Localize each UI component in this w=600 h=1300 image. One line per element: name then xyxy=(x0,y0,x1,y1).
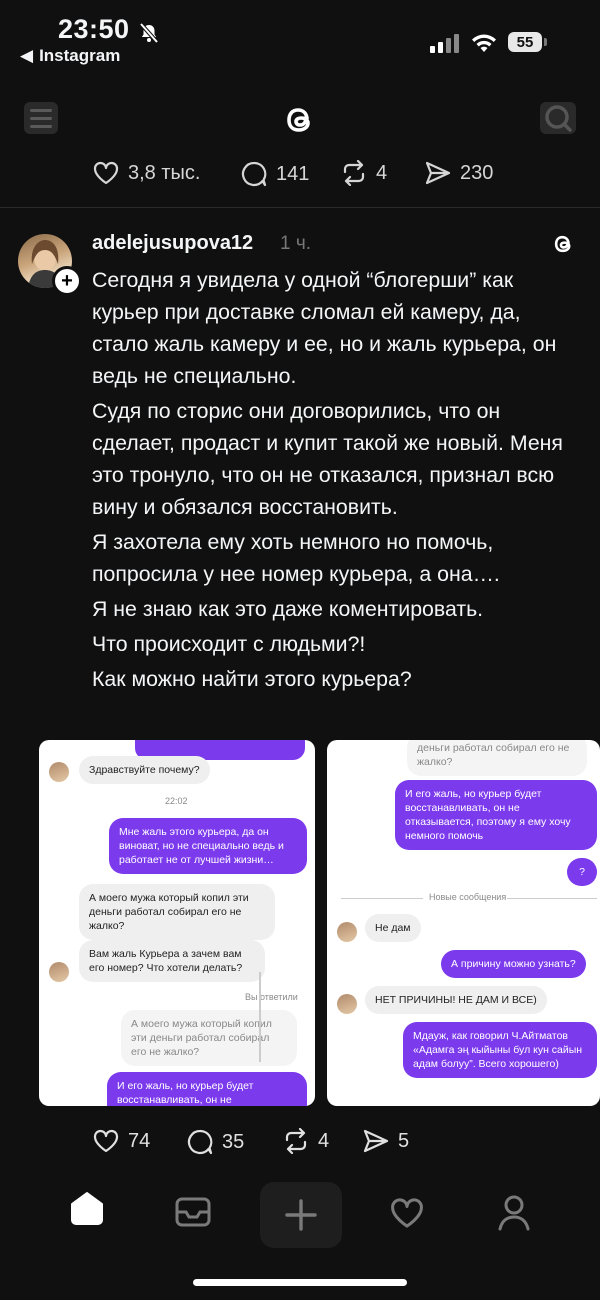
attached-screenshot-1[interactable]: Здравствуйте почему? 22:02 Мне жаль этог… xyxy=(39,740,315,1106)
like-count: 74 xyxy=(128,1129,151,1152)
heart-icon xyxy=(93,161,119,185)
share-count: 230 xyxy=(460,161,494,184)
attached-screenshot-2[interactable]: деньги работал собирал его не жалко? И е… xyxy=(327,740,600,1106)
like-stat[interactable]: 3,8 тыс. xyxy=(92,160,200,186)
new-messages-divider: Новые сообщения xyxy=(429,892,507,902)
chat-message: НЕТ ПРИЧИНЫ! НЕ ДАМ И ВСЕ) xyxy=(365,986,547,1014)
post-paragraph: Сегодня я увидела у одной “блогерши” как… xyxy=(92,268,557,388)
like-button[interactable]: 74 xyxy=(92,1128,150,1154)
repost-count: 4 xyxy=(318,1129,330,1152)
replied-label: Вы ответили xyxy=(245,992,298,1002)
home-indicator[interactable] xyxy=(193,1279,407,1286)
heart-icon xyxy=(93,1129,119,1153)
chat-avatar xyxy=(337,922,357,942)
threads-small-icon[interactable] xyxy=(550,230,576,263)
cellular-signal-icon xyxy=(430,34,459,53)
chat-message: А моего мужа который копил эти деньги ра… xyxy=(79,884,275,940)
comment-count: 141 xyxy=(276,162,310,185)
battery-indicator: 55 xyxy=(508,32,547,52)
repost-icon xyxy=(343,160,365,186)
chat-avatar xyxy=(49,962,69,982)
tab-inbox[interactable] xyxy=(174,1196,212,1233)
post-divider xyxy=(0,207,600,208)
home-icon xyxy=(71,1192,103,1225)
status-time: 23:50 xyxy=(58,14,130,44)
back-app-label: Instagram xyxy=(39,46,121,65)
post-paragraph: Я не знаю как это даже коментировать. xyxy=(92,597,484,621)
plus-icon xyxy=(285,1199,317,1231)
silent-bell-icon xyxy=(138,22,160,49)
quoted-message: А моего мужа который копил эти деньги ра… xyxy=(121,1010,297,1066)
repost-button[interactable]: 4 xyxy=(282,1128,329,1154)
comment-icon xyxy=(241,161,267,187)
chat-message: Здравствуйте почему? xyxy=(79,756,210,784)
post-paragraph: Что происходит с людьми?! xyxy=(92,632,366,656)
new-post-button[interactable] xyxy=(260,1182,342,1248)
chat-message: А причину можно узнать? xyxy=(441,950,586,978)
tab-activity[interactable] xyxy=(388,1196,426,1235)
wifi-icon xyxy=(470,32,498,59)
battery-level: 55 xyxy=(508,32,542,52)
chat-message: И его жаль, но курьер будет восстанавлив… xyxy=(395,780,597,850)
chat-avatar xyxy=(49,762,69,782)
repost-stat[interactable]: 4 xyxy=(340,160,387,186)
share-stat[interactable]: 230 xyxy=(424,160,493,186)
menu-icon[interactable] xyxy=(24,102,58,134)
comment-icon xyxy=(187,1129,213,1155)
quoted-message: деньги работал собирал его не жалко? xyxy=(407,740,587,776)
chat-message: Не дам xyxy=(365,914,421,942)
post-username[interactable]: adelejusupova12 xyxy=(92,232,253,255)
comment-button[interactable]: 35 xyxy=(186,1128,244,1156)
follow-plus-icon[interactable]: + xyxy=(52,266,82,296)
send-icon xyxy=(425,161,451,185)
tab-home[interactable] xyxy=(68,1190,106,1231)
chat-message: ? xyxy=(567,858,597,886)
repost-icon xyxy=(285,1128,307,1154)
back-arrow-icon: ◀ xyxy=(20,46,34,65)
search-icon[interactable] xyxy=(540,102,576,134)
chat-timestamp: 22:02 xyxy=(165,796,188,806)
post-time: 1 ч. xyxy=(280,233,312,254)
comment-stat[interactable]: 141 xyxy=(240,160,309,188)
like-count: 3,8 тыс. xyxy=(128,161,201,184)
chat-message: Мдауж, как говорил Ч.Айтматов «Адамга эң… xyxy=(403,1022,597,1078)
heart-outline-icon xyxy=(391,1198,423,1228)
post-paragraph: Как можно найти этого курьера? xyxy=(92,667,412,691)
threads-logo-icon[interactable] xyxy=(280,100,318,145)
chat-message: Мне жаль этого курьера, да он виноват, н… xyxy=(109,818,307,874)
share-count: 5 xyxy=(398,1129,410,1152)
chat-avatar xyxy=(337,994,357,1014)
repost-count: 4 xyxy=(376,161,388,184)
send-icon xyxy=(363,1129,389,1153)
post-body: Сегодня я увидела у одной “блогерши” как… xyxy=(92,264,582,698)
inbox-icon xyxy=(175,1197,211,1227)
chat-message: Вам жаль Курьера а зачем вам его номер? … xyxy=(79,940,265,982)
comment-count: 35 xyxy=(222,1130,245,1153)
post-paragraph: Я захотела ему хоть немного но помочь, п… xyxy=(92,530,500,586)
profile-icon xyxy=(498,1195,530,1231)
tab-profile[interactable] xyxy=(496,1194,532,1237)
back-to-app-link[interactable]: ◀ Instagram xyxy=(20,46,120,66)
chat-message: И его жаль, но курьер будет восстанавлив… xyxy=(107,1072,307,1106)
post-paragraph: Судя по сторис они договорились, что он … xyxy=(92,399,563,519)
share-button[interactable]: 5 xyxy=(362,1128,409,1154)
